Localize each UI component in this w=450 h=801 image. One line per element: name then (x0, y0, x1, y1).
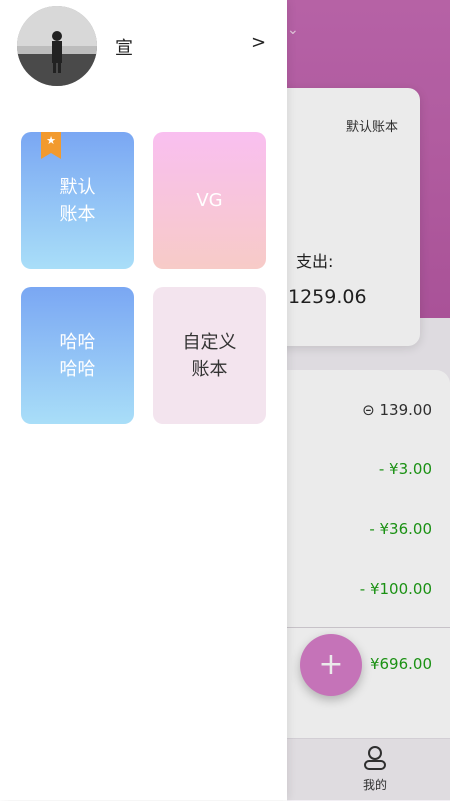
book-card-vg[interactable]: VG (153, 132, 266, 269)
star-bookmark-icon: ★ (41, 132, 61, 159)
chevron-right-icon[interactable]: > (251, 32, 266, 53)
book-title: 默认 账本 (59, 176, 96, 225)
book-title: VG (196, 190, 223, 211)
side-drawer: 宣 > ★ 默认 账本 VG 哈哈 哈哈 自定义 账本 (0, 0, 287, 800)
book-card-haha[interactable]: 哈哈 哈哈 (21, 287, 134, 424)
book-card-custom[interactable]: 自定义 账本 (153, 287, 266, 424)
user-name[interactable]: 宣 (115, 34, 133, 60)
avatar-image (17, 6, 97, 86)
book-title: 哈哈 哈哈 (59, 331, 96, 380)
user-avatar[interactable] (17, 6, 97, 86)
book-card-default[interactable]: ★ 默认 账本 (21, 132, 134, 269)
book-title: 自定义 账本 (182, 331, 237, 380)
